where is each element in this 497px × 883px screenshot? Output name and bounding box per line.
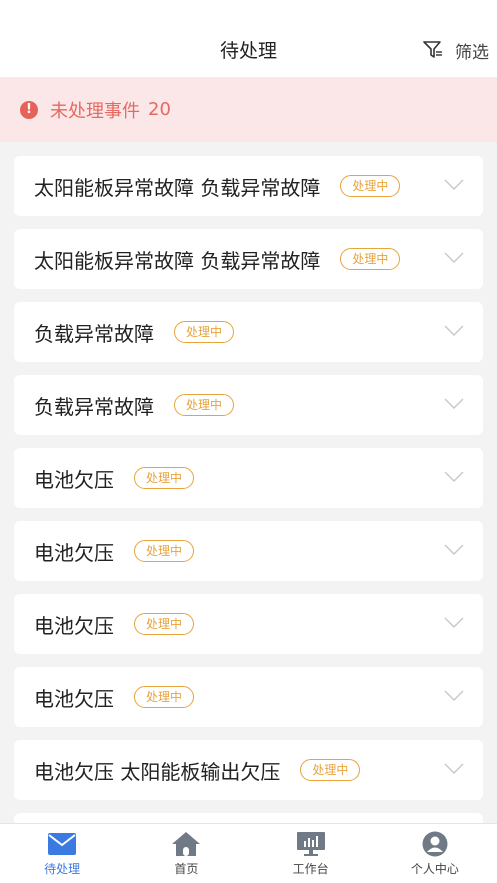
event-card-partial[interactable] [14, 813, 483, 823]
event-title: 电池欠压 [34, 467, 114, 492]
event-card[interactable]: 电池欠压 处理中 [14, 521, 483, 581]
chevron-down-icon [444, 325, 464, 336]
filter-label: 筛选 [455, 42, 489, 63]
tab-pending[interactable]: 待处理 [0, 824, 124, 883]
alert-count: 20 [148, 99, 171, 120]
status-badge: 处理中 [340, 248, 401, 270]
event-title: 太阳能板异常故障 负载异常故障 [34, 248, 321, 273]
alert-text: 未处理事件 [50, 100, 140, 122]
user-icon [420, 831, 450, 857]
tab-home[interactable]: 首页 [124, 824, 248, 883]
status-badge: 处理中 [134, 540, 195, 562]
event-title: 负载异常故障 [34, 394, 154, 419]
chevron-down-icon [444, 763, 464, 774]
bottom-tab-bar: 待处理 首页 工作台 个人中心 [0, 823, 497, 883]
exclamation-icon: ! [20, 100, 38, 119]
event-card[interactable]: 太阳能板异常故障 负载异常故障 处理中 [14, 229, 483, 289]
event-card[interactable]: 电池欠压 太阳能板输出欠压 处理中 [14, 740, 483, 800]
event-card[interactable]: 负载异常故障 处理中 [14, 375, 483, 435]
event-title: 电池欠压 [34, 686, 114, 711]
event-card[interactable]: 电池欠压 处理中 [14, 667, 483, 727]
event-title: 太阳能板异常故障 负载异常故障 [34, 175, 321, 200]
event-card[interactable]: 电池欠压 处理中 [14, 448, 483, 508]
chevron-down-icon [444, 471, 464, 482]
tab-label: 工作台 [292, 862, 329, 876]
status-badge: 处理中 [134, 467, 195, 489]
event-list: 太阳能板异常故障 负载异常故障 处理中 太阳能板异常故障 负载异常故障 处理中 … [0, 142, 497, 823]
tab-workbench[interactable]: 工作台 [249, 824, 373, 883]
status-badge: 处理中 [300, 759, 361, 781]
tab-label: 待处理 [44, 862, 81, 876]
chevron-down-icon [444, 398, 464, 409]
status-badge: 处理中 [134, 686, 195, 708]
chevron-down-icon [444, 617, 464, 628]
tab-label: 个人中心 [410, 862, 459, 876]
chevron-down-icon [444, 179, 464, 190]
chevron-down-icon [444, 690, 464, 701]
event-title: 负载异常故障 [34, 321, 154, 346]
tab-profile[interactable]: 个人中心 [373, 824, 497, 883]
home-icon [171, 831, 201, 857]
event-card[interactable]: 太阳能板异常故障 负载异常故障 处理中 [14, 156, 483, 216]
chevron-down-icon [444, 252, 464, 263]
chevron-down-icon [444, 544, 464, 555]
event-card[interactable]: 负载异常故障 处理中 [14, 302, 483, 362]
top-bar: 待处理 筛选 [0, 0, 497, 77]
event-title: 电池欠压 太阳能板输出欠压 [34, 759, 281, 784]
event-title: 电池欠压 [34, 540, 114, 565]
tab-label: 首页 [174, 862, 199, 876]
event-title: 电池欠压 [34, 613, 114, 638]
event-card[interactable]: 电池欠压 处理中 [14, 594, 483, 654]
filter-icon [423, 41, 443, 59]
monitor-chart-icon [296, 831, 326, 857]
unprocessed-alert-banner: ! 未处理事件 20 [0, 77, 497, 142]
status-badge: 处理中 [174, 321, 235, 343]
status-badge: 处理中 [134, 613, 195, 635]
status-badge: 处理中 [174, 394, 235, 416]
mail-icon [47, 831, 77, 857]
filter-button[interactable]: 筛选 [423, 36, 489, 64]
status-badge: 处理中 [340, 175, 401, 197]
